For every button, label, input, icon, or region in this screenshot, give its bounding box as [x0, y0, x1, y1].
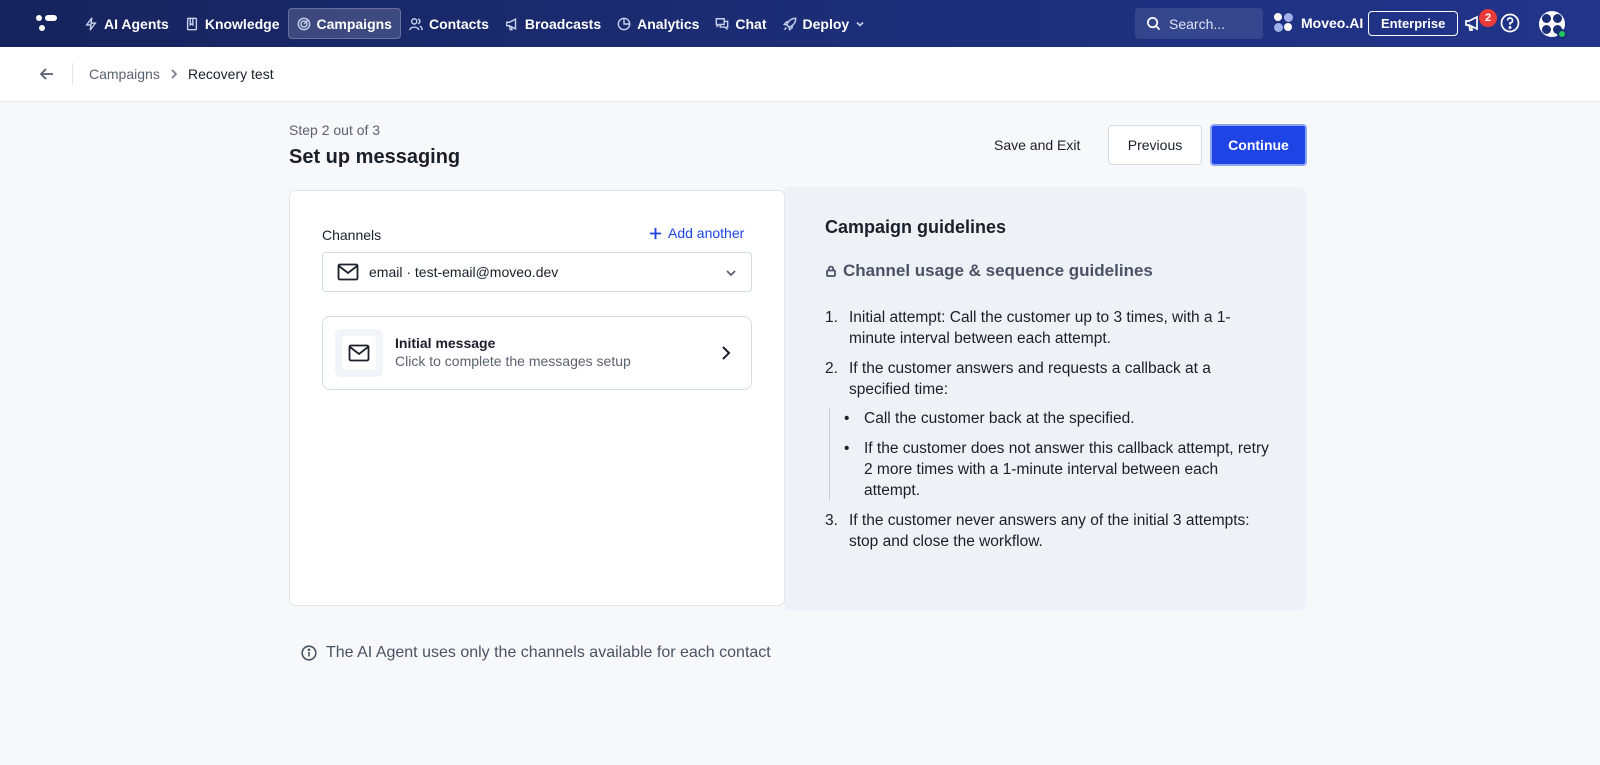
message-subtitle: Click to complete the messages setup: [395, 353, 631, 369]
guideline-step-text: If the customer answers and requests a c…: [849, 360, 1211, 398]
chat-icon: [716, 17, 729, 30]
chevron-right-icon: [722, 346, 731, 360]
add-another-label: Add another: [668, 225, 745, 241]
initial-message-card[interactable]: Initial message Click to complete the me…: [322, 316, 752, 390]
chevron-down-icon: [726, 270, 736, 277]
breadcrumb-current: Recovery test: [188, 66, 274, 82]
previous-button[interactable]: Previous: [1108, 125, 1202, 165]
mail-icon: [337, 263, 359, 281]
organization-logo-icon: [1274, 13, 1293, 32]
channels-info-note: The AI Agent uses only the channels avai…: [301, 644, 771, 662]
lock-icon: [826, 265, 836, 277]
back-button[interactable]: [38, 65, 56, 83]
nav-analytics[interactable]: Analytics: [609, 8, 707, 39]
user-avatar[interactable]: [1539, 11, 1567, 39]
nav-item-label: Deploy: [802, 15, 850, 32]
plan-button[interactable]: Enterprise: [1368, 11, 1459, 36]
info-icon: [301, 645, 317, 661]
nav-item-label: Contacts: [428, 15, 489, 32]
rocket-icon: [782, 17, 796, 31]
online-status-indicator: [1557, 29, 1567, 39]
guideline-step-text: If the customer never answers any of the…: [849, 512, 1250, 550]
channel-select[interactable]: email · test-email@moveo.dev: [322, 252, 752, 292]
page-title: Set up messaging: [289, 146, 461, 168]
message-icon-box: [335, 329, 383, 377]
guideline-step-text: Initial attempt: Call the customer up to…: [849, 309, 1231, 347]
campaign-guidelines-panel: Campaign guidelines Channel usage & sequ…: [785, 187, 1306, 610]
guideline-sub-steps: • Call the customer back at the specifie…: [829, 408, 1275, 501]
megaphone-icon: [505, 17, 517, 30]
chevron-right-icon: [171, 69, 178, 79]
notification-count-badge: 2: [1479, 9, 1497, 27]
pie-chart-icon: [617, 17, 631, 30]
users-icon: [409, 17, 423, 30]
guideline-step: 3. If the customer never answers any of …: [825, 510, 1275, 552]
app-logo-icon[interactable]: [36, 13, 60, 33]
search-placeholder: Search...: [1169, 15, 1226, 32]
bolt-icon: [85, 16, 97, 31]
continue-button[interactable]: Continue: [1210, 124, 1307, 166]
nav-chat[interactable]: Chat: [707, 8, 774, 39]
mail-icon: [348, 344, 370, 362]
nav-item-label: AI Agents: [104, 15, 169, 32]
step-indicator: Step 2 out of 3: [289, 122, 381, 138]
nav-deploy[interactable]: Deploy: [775, 8, 874, 39]
organization-name: Moveo.AI: [1301, 14, 1364, 31]
divider: [72, 63, 73, 85]
breadcrumb-bar: Campaigns Recovery test: [0, 47, 1600, 102]
campaign-icon: [297, 17, 310, 30]
nav-item-label: Chat: [735, 15, 767, 32]
guideline-sub-step-text: If the customer does not answer this cal…: [864, 440, 1269, 499]
top-navigation: AI Agents Knowledge Campaigns Contacts B…: [0, 0, 1600, 47]
guidelines-steps: 1. Initial attempt: Call the customer up…: [825, 307, 1275, 561]
chevron-down-icon: [856, 21, 864, 27]
help-button[interactable]: [1500, 13, 1522, 35]
guidelines-title: Campaign guidelines: [825, 217, 1007, 237]
channels-label: Channels: [322, 227, 382, 243]
message-title: Initial message: [395, 335, 496, 351]
search-icon: [1147, 17, 1161, 31]
nav-ai-agents[interactable]: AI Agents: [76, 8, 177, 39]
help-icon: [1500, 13, 1520, 33]
info-note-text: The AI Agent uses only the channels avai…: [326, 644, 771, 661]
guidelines-subtitle-text: Channel usage & sequence guidelines: [843, 261, 1153, 280]
guideline-step: 2. If the customer answers and requests …: [825, 358, 1275, 400]
nav-broadcasts[interactable]: Broadcasts: [497, 8, 609, 39]
search-input[interactable]: Search...: [1135, 8, 1263, 39]
arrow-left-icon: [39, 68, 53, 80]
guideline-step: 1. Initial attempt: Call the customer up…: [825, 307, 1275, 349]
nav-item-label: Analytics: [637, 15, 700, 32]
nav-item-label: Broadcasts: [524, 15, 602, 32]
book-icon: [186, 17, 197, 30]
nav-contacts[interactable]: Contacts: [401, 8, 497, 39]
guideline-sub-step-text: Call the customer back at the specified.: [864, 410, 1135, 427]
guidelines-subtitle: Channel usage & sequence guidelines: [825, 261, 1153, 281]
breadcrumb-campaigns-link[interactable]: Campaigns: [89, 66, 160, 82]
channel-select-value: email · test-email@moveo.dev: [369, 264, 559, 280]
guideline-sub-step: • If the customer does not answer this c…: [844, 438, 1275, 501]
add-another-channel-button[interactable]: Add another: [649, 225, 744, 241]
guideline-sub-step: • Call the customer back at the specifie…: [844, 410, 1135, 427]
nav-item-label: Knowledge: [204, 15, 280, 32]
nav-item-label: Campaigns: [316, 15, 392, 32]
plus-icon: [649, 227, 662, 239]
nav-campaigns[interactable]: Campaigns: [287, 8, 401, 39]
nav-knowledge[interactable]: Knowledge: [177, 8, 288, 39]
save-and-exit-button[interactable]: Save and Exit: [982, 125, 1092, 165]
organization-switcher[interactable]: Moveo.AI: [1274, 13, 1363, 32]
main-nav: AI Agents Knowledge Campaigns Contacts B…: [76, 8, 873, 39]
channels-card: Channels Add another email · test-email@…: [289, 190, 785, 606]
